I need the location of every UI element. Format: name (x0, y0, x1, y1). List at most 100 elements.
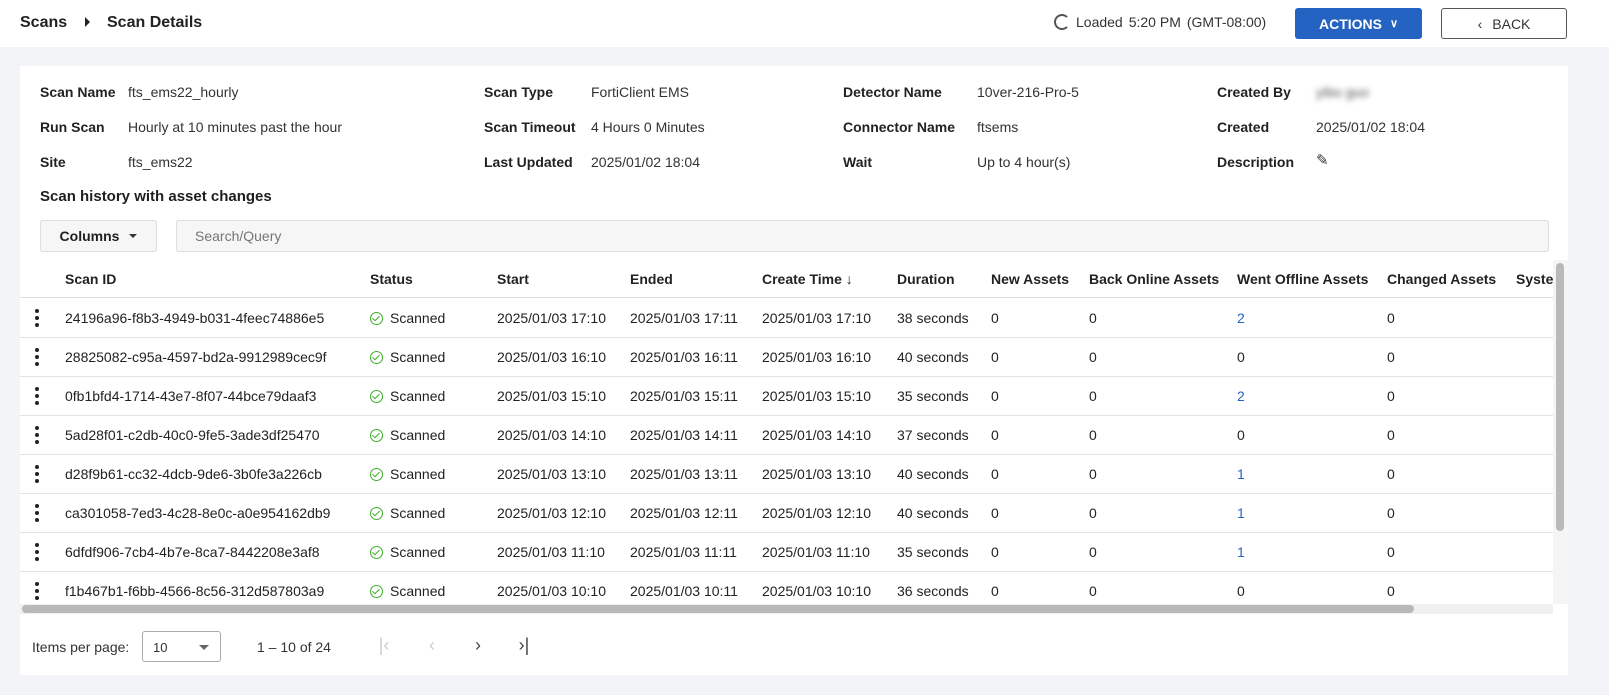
vertical-scrollbar-thumb[interactable] (1556, 263, 1564, 531)
check-circle-icon (370, 312, 383, 325)
search-input[interactable] (176, 220, 1549, 252)
table-row[interactable]: 24196a96-f8b3-4949-b031-4feec74886e5 Scan… (20, 299, 1553, 338)
section-title: Scan history with asset changes (40, 188, 272, 205)
cell-text: 2025/01/03 17:10 (762, 310, 871, 326)
table-row[interactable]: d28f9b61-cc32-4dcb-9de6-3b0fe3a226cb Scan… (20, 455, 1553, 494)
cell-text: 0 (991, 544, 999, 560)
cell-duration: 37 seconds (897, 427, 969, 443)
column-header-changed-assets[interactable]: Changed Assets (1387, 271, 1496, 287)
table-row[interactable]: 5ad28f01-c2db-40c0-9fe5-3ade3df25470 Scan… (20, 416, 1553, 455)
column-header-scan-id[interactable]: Scan ID (65, 271, 116, 287)
table-header-row: Scan ID Status Start Ended Create Time ↓ Dura… (20, 260, 1553, 298)
edit-pencil-icon[interactable]: ✎ (1316, 151, 1329, 169)
table-row[interactable]: 28825082-c95a-4597-bd2a-9912989cec9f Scan… (20, 338, 1553, 377)
back-button[interactable]: ‹ BACK (1441, 8, 1567, 39)
cell-scan-id: f1b467b1-f6bb-4566-8c56-312d587803a9 (65, 583, 324, 599)
cell-went-offline-assets[interactable]: 1 (1237, 544, 1245, 560)
created-by-value: yibo guo (1316, 84, 1369, 100)
next-page-icon[interactable]: › (468, 635, 488, 656)
cell-ended: 2025/01/03 14:11 (630, 427, 738, 443)
cell-status: Scanned (370, 427, 445, 443)
cell-duration: 36 seconds (897, 583, 969, 599)
horizontal-scrollbar-thumb[interactable] (22, 605, 1414, 613)
items-per-page-select[interactable]: 10 (142, 631, 221, 662)
scan-timeout-label: Scan Timeout (484, 119, 576, 135)
check-circle-icon (370, 507, 383, 520)
cell-went-offline-assets[interactable]: 2 (1237, 310, 1245, 326)
row-menu-icon[interactable] (35, 543, 39, 561)
items-per-page-label: Items per page: (32, 639, 130, 655)
column-header-back-online-assets[interactable]: Back Online Assets (1089, 271, 1219, 287)
cell-ended: 2025/01/03 10:11 (630, 583, 738, 599)
column-header-label: Ended (630, 271, 673, 287)
cell-text: Scanned (390, 388, 446, 404)
row-menu-icon[interactable] (35, 309, 39, 327)
table-row[interactable]: ca301058-7ed3-4c28-8e0c-a0e954162db9 Scan… (20, 494, 1553, 533)
cell-text: 2025/01/03 10:10 (762, 583, 871, 599)
cell-scan-id: d28f9b61-cc32-4dcb-9de6-3b0fe3a226cb (65, 466, 322, 482)
cell-changed-assets: 0 (1387, 583, 1395, 599)
cell-went-offline-assets[interactable]: 1 (1237, 505, 1245, 521)
row-menu-icon[interactable] (35, 582, 39, 600)
cell-text: 2025/01/03 17:11 (630, 310, 738, 326)
items-per-page-value: 10 (153, 640, 168, 655)
cell-text: Scanned (390, 505, 446, 521)
breadcrumb-scans[interactable]: Scans (20, 14, 67, 32)
column-header-system[interactable]: System (1516, 271, 1553, 287)
row-menu-icon[interactable] (35, 465, 39, 483)
column-header-label: Create Time (762, 271, 842, 287)
cell-text: 2025/01/03 12:10 (762, 505, 871, 521)
cell-create-time: 2025/01/03 13:10 (762, 466, 871, 482)
columns-button[interactable]: Columns (40, 220, 157, 252)
loaded-status: Loaded 5:20 PM (GMT-08:00) (1054, 14, 1266, 30)
check-circle-icon (370, 390, 383, 403)
refresh-icon[interactable] (1054, 14, 1070, 30)
row-menu-icon[interactable] (35, 348, 39, 366)
last-page-icon[interactable]: ›| (514, 635, 534, 656)
cell-went-offline-assets[interactable]: 1 (1237, 466, 1245, 482)
cell-text: 2025/01/03 11:10 (497, 544, 605, 560)
column-header-duration[interactable]: Duration (897, 271, 955, 287)
connector-name-value: ftsems (977, 119, 1019, 135)
cell-create-time: 2025/01/03 12:10 (762, 505, 871, 521)
wait-label: Wait (843, 154, 873, 170)
column-header-ended[interactable]: Ended (630, 271, 673, 287)
cell-start: 2025/01/03 15:10 (497, 388, 606, 404)
actions-button[interactable]: ACTIONS ∨ (1295, 8, 1422, 39)
cell-duration: 38 seconds (897, 310, 969, 326)
column-header-label: Back Online Assets (1089, 271, 1220, 287)
table-row[interactable]: f1b467b1-f6bb-4566-8c56-312d587803a9 Scan… (20, 572, 1553, 604)
column-header-label: New Assets (991, 271, 1070, 287)
cell-scan-id: 6dfdf906-7cb4-4b7e-8ca7-8442208e3af8 (65, 544, 320, 560)
column-header-start[interactable]: Start (497, 271, 529, 287)
cell-new-assets: 0 (991, 544, 999, 560)
cell-text: 0 (1237, 349, 1245, 365)
row-menu-icon[interactable] (35, 426, 39, 444)
vertical-scrollbar[interactable] (1553, 260, 1568, 604)
column-header-went-offline-assets[interactable]: Went Offline Assets (1237, 271, 1368, 287)
cell-went-offline-assets[interactable]: 2 (1237, 388, 1245, 404)
cell-went-offline-assets: 0 (1237, 427, 1245, 443)
cell-text: 2025/01/03 15:10 (497, 388, 606, 404)
table-row[interactable]: 6dfdf906-7cb4-4b7e-8ca7-8442208e3af8 Scan… (20, 533, 1553, 572)
check-circle-icon (370, 468, 383, 481)
cell-scan-id: 5ad28f01-c2db-40c0-9fe5-3ade3df25470 (65, 427, 320, 443)
horizontal-scrollbar[interactable] (20, 604, 1553, 614)
cell-create-time: 2025/01/03 15:10 (762, 388, 871, 404)
column-header-create-time[interactable]: Create Time ↓ (762, 271, 853, 287)
column-header-label: Start (497, 271, 529, 287)
previous-page-icon[interactable]: ‹ (422, 635, 442, 656)
column-header-status[interactable]: Status (370, 271, 413, 287)
cell-start: 2025/01/03 12:10 (497, 505, 606, 521)
cell-text: 0 (1387, 583, 1395, 599)
row-menu-icon[interactable] (35, 504, 39, 522)
column-header-label: Duration (897, 271, 955, 287)
cell-text: 2025/01/03 12:10 (497, 505, 606, 521)
row-menu-icon[interactable] (35, 387, 39, 405)
cell-start: 2025/01/03 11:10 (497, 544, 605, 560)
cell-text: 0 (991, 505, 999, 521)
first-page-icon[interactable]: |‹ (374, 635, 394, 656)
column-header-new-assets[interactable]: New Assets (991, 271, 1069, 287)
cell-ended: 2025/01/03 13:11 (630, 466, 738, 482)
table-row[interactable]: 0fb1bfd4-1714-43e7-8f07-44bce79daaf3 Scan… (20, 377, 1553, 416)
